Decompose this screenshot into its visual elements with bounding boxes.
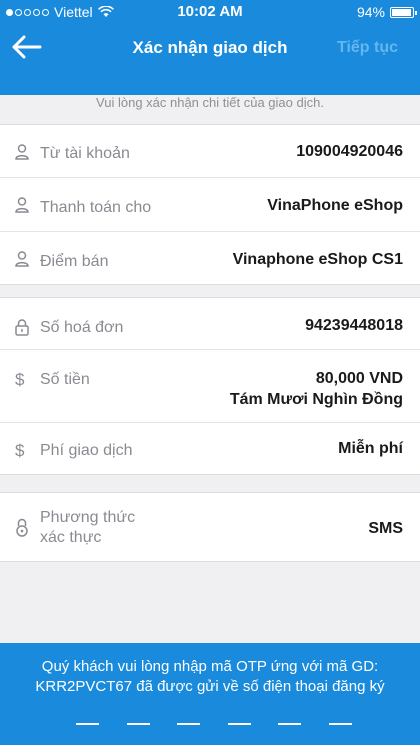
dollar-icon: $ [15,441,25,460]
account-section: Từ tài khoản 109004920046 Thanh toán cho… [0,124,420,285]
amount-value: 80,000 VND [315,370,403,387]
fee-label: Phí giao dịch [40,442,133,459]
auth-section: Phương thức xác thực SMS [0,492,420,562]
person-icon [15,251,29,267]
otp-panel: Quý khách vui lòng nhập mã OTP ứng với m… [0,643,420,745]
otp-digit-slot[interactable] [76,723,99,725]
otp-digit-slot[interactable] [177,723,200,725]
point-of-sale-value: Vinaphone eShop CS1 [232,251,403,268]
person-icon [15,197,29,213]
invoice-label: Số hoá đơn [40,319,124,336]
lock-open-icon [16,518,28,537]
instruction-text: Vui lòng xác nhận chi tiết của giao dịch… [96,95,324,110]
nav-bar: Xác nhận giao dịch Tiếp tục [0,24,420,72]
otp-message-line-2: KRR2PVCT67 đã được gửi về số điện thoại … [35,678,385,695]
point-of-sale-label: Điểm bán [40,253,109,270]
lock-icon [15,319,29,336]
fee-value: Miễn phí [338,440,403,457]
from-account-label: Từ tài khoản [40,145,130,162]
dollar-icon: $ [15,370,25,389]
pay-to-row: Thanh toán cho VinaPhone eShop [0,178,420,232]
point-of-sale-row: Điểm bán Vinaphone eShop CS1 [0,232,420,284]
fee-row: $ Phí giao dịch Miễn phí [0,423,420,474]
battery-percent: 94% [356,4,385,20]
pay-to-value: VinaPhone eShop [267,197,403,214]
otp-digit-slot[interactable] [227,723,251,725]
person-icon [15,144,29,160]
battery-icon [390,6,417,18]
pay-to-label: Thanh toán cho [40,199,152,216]
amount-label: Số tiền [40,371,90,388]
from-account-value: 109004920046 [296,143,403,160]
status-bar: Viettel 10:02 AM 94% [0,0,420,24]
invoice-row: Số hoá đơn 94239448018 [0,298,420,350]
amount-in-words: Tám Mươi Nghìn Đồng [229,391,403,408]
from-account-row: Từ tài khoản 109004920046 [0,125,420,178]
auth-method-row: Phương thức xác thực SMS [0,493,420,561]
otp-digit-slot[interactable] [126,723,150,725]
amount-row: $ Số tiền 80,000 VND Tám Mươi Nghìn Đồng [0,350,420,423]
otp-digit-slot[interactable] [278,723,301,725]
auth-method-label-1: Phương thức [40,509,136,526]
continue-button[interactable]: Tiếp tục [337,39,398,57]
auth-method-label-2: xác thực [40,529,102,546]
payment-section: Số hoá đơn 94239448018 $ Số tiền 80,000 … [0,297,420,475]
otp-message-line-1: Quý khách vui lòng nhập mã OTP ứng với m… [41,658,379,675]
auth-method-value: SMS [368,520,403,537]
invoice-value: 94239448018 [305,317,403,334]
top-bar: Viettel 10:02 AM 94% Xác nhận giao dịch … [0,0,420,95]
otp-digit-slot[interactable] [328,723,352,725]
